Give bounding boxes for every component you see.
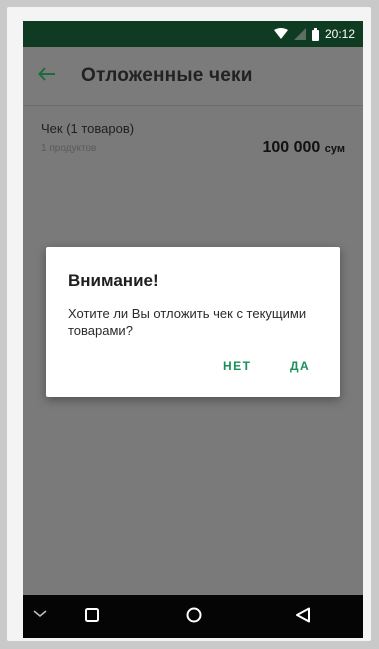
list-item[interactable]: Чек (1 товаров) 1 продуктов 100 000 сум bbox=[23, 105, 363, 175]
status-time: 20:12 bbox=[324, 27, 355, 41]
item-subtitle: 1 продуктов bbox=[41, 143, 97, 154]
no-button[interactable]: НЕТ bbox=[223, 359, 252, 373]
keyboard-hide-icon[interactable] bbox=[33, 610, 47, 618]
arrow-left-icon bbox=[38, 66, 56, 86]
phone-screen: 20:12 Отложенные чеки Чек (1 товаров) 1 … bbox=[23, 21, 363, 638]
item-title: Чек (1 товаров) bbox=[41, 121, 135, 136]
back-button[interactable] bbox=[23, 66, 71, 86]
page-title: Отложенные чеки bbox=[81, 65, 253, 86]
dialog-message: Хотите ли Вы отложить чек с текущими тов… bbox=[68, 306, 307, 338]
battery-icon bbox=[311, 27, 319, 41]
item-currency: сум bbox=[324, 143, 345, 155]
signal-icon bbox=[293, 28, 306, 40]
wifi-icon bbox=[273, 28, 288, 40]
navigation-bar bbox=[23, 595, 363, 638]
recents-icon[interactable] bbox=[85, 608, 99, 622]
item-amount: 100 000 сум bbox=[262, 139, 345, 157]
confirm-dialog: Внимание! Хотите ли Вы отложить чек с те… bbox=[46, 247, 340, 397]
yes-button[interactable]: ДА bbox=[290, 359, 310, 373]
app-bar: Отложенные чеки bbox=[23, 47, 363, 106]
dialog-title: Внимание! bbox=[68, 271, 159, 290]
status-bar: 20:12 bbox=[23, 21, 363, 47]
back-icon[interactable] bbox=[295, 607, 311, 623]
item-amount-value: 100 000 bbox=[262, 139, 321, 156]
home-icon[interactable] bbox=[186, 607, 202, 623]
